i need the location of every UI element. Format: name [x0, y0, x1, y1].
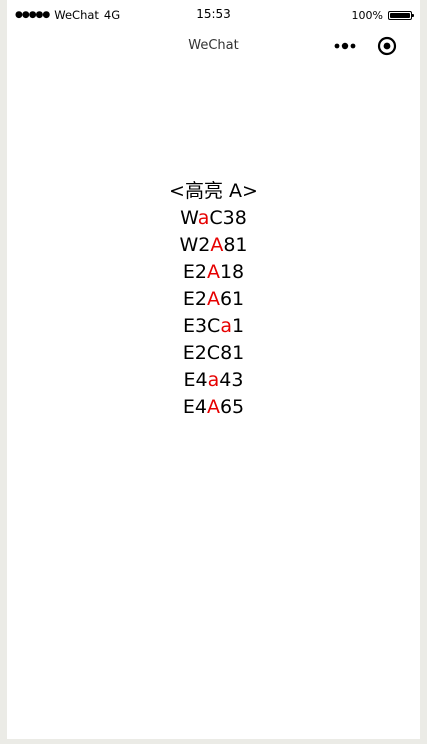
- status-right: 100%: [351, 9, 414, 22]
- highlighted-char: A: [206, 288, 220, 310]
- result-line: E4a43: [7, 367, 420, 394]
- line-text: E2C81: [182, 342, 245, 364]
- highlighted-char: a: [197, 207, 210, 229]
- line-text: W2: [179, 234, 211, 256]
- line-text: E3C: [182, 315, 221, 337]
- battery-percent: 100%: [351, 9, 383, 22]
- line-text: W: [180, 207, 198, 229]
- line-text: 81: [223, 234, 248, 256]
- result-line: W2A81: [7, 232, 420, 259]
- status-bar: ●●●●● WeChat 4G 15:53 100%: [7, 0, 420, 30]
- line-text: E4: [182, 396, 207, 418]
- line-text: E2: [182, 261, 207, 283]
- phone-screen: ●●●●● WeChat 4G 15:53 100% WeChat <高亮 A>…: [7, 0, 420, 739]
- highlight-header: <高亮 A>: [7, 178, 420, 205]
- highlighted-char: A: [206, 261, 220, 283]
- highlighted-char: A: [206, 396, 220, 418]
- target-circle-icon: [377, 36, 397, 56]
- result-line: E3Ca1: [7, 313, 420, 340]
- line-text: 61: [219, 288, 245, 310]
- line-text: E2: [182, 288, 207, 310]
- close-button[interactable]: [377, 36, 397, 56]
- result-line: E2C81: [7, 340, 420, 367]
- more-button[interactable]: [333, 38, 357, 54]
- page-title: WeChat: [188, 38, 239, 53]
- line-text: C38: [209, 207, 247, 229]
- result-line: E4A65: [7, 394, 420, 421]
- line-text: 18: [219, 261, 245, 283]
- result-line: E2A18: [7, 259, 420, 286]
- more-dots-icon: [334, 42, 356, 50]
- line-text: 43: [219, 369, 244, 391]
- line-text: <高亮 A>: [169, 180, 258, 202]
- battery-fill: [390, 13, 410, 18]
- line-text: E4: [183, 369, 208, 391]
- highlighted-char: A: [210, 234, 224, 256]
- highlighted-char: a: [220, 315, 232, 337]
- highlight-result-list: <高亮 A> WaC38 W2A81 E2A18 E2A61 E3Ca1 E2C81 E4a4…: [7, 178, 420, 421]
- line-text: 65: [219, 396, 245, 418]
- battery-icon: [388, 11, 414, 20]
- result-line: WaC38: [7, 205, 420, 232]
- line-text: 1: [231, 315, 245, 337]
- result-line: E2A61: [7, 286, 420, 313]
- nav-bar: WeChat: [7, 30, 420, 62]
- highlighted-char: a: [207, 369, 220, 391]
